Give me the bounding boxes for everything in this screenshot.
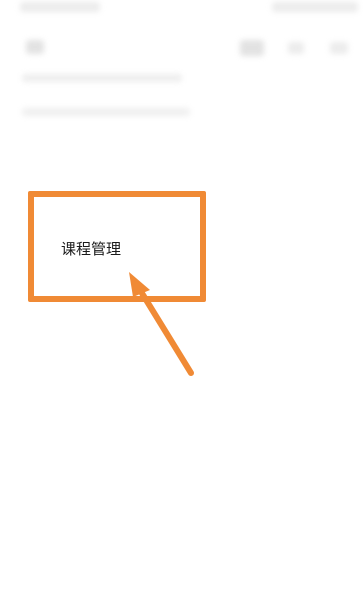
pointer-arrow-icon (129, 272, 194, 376)
